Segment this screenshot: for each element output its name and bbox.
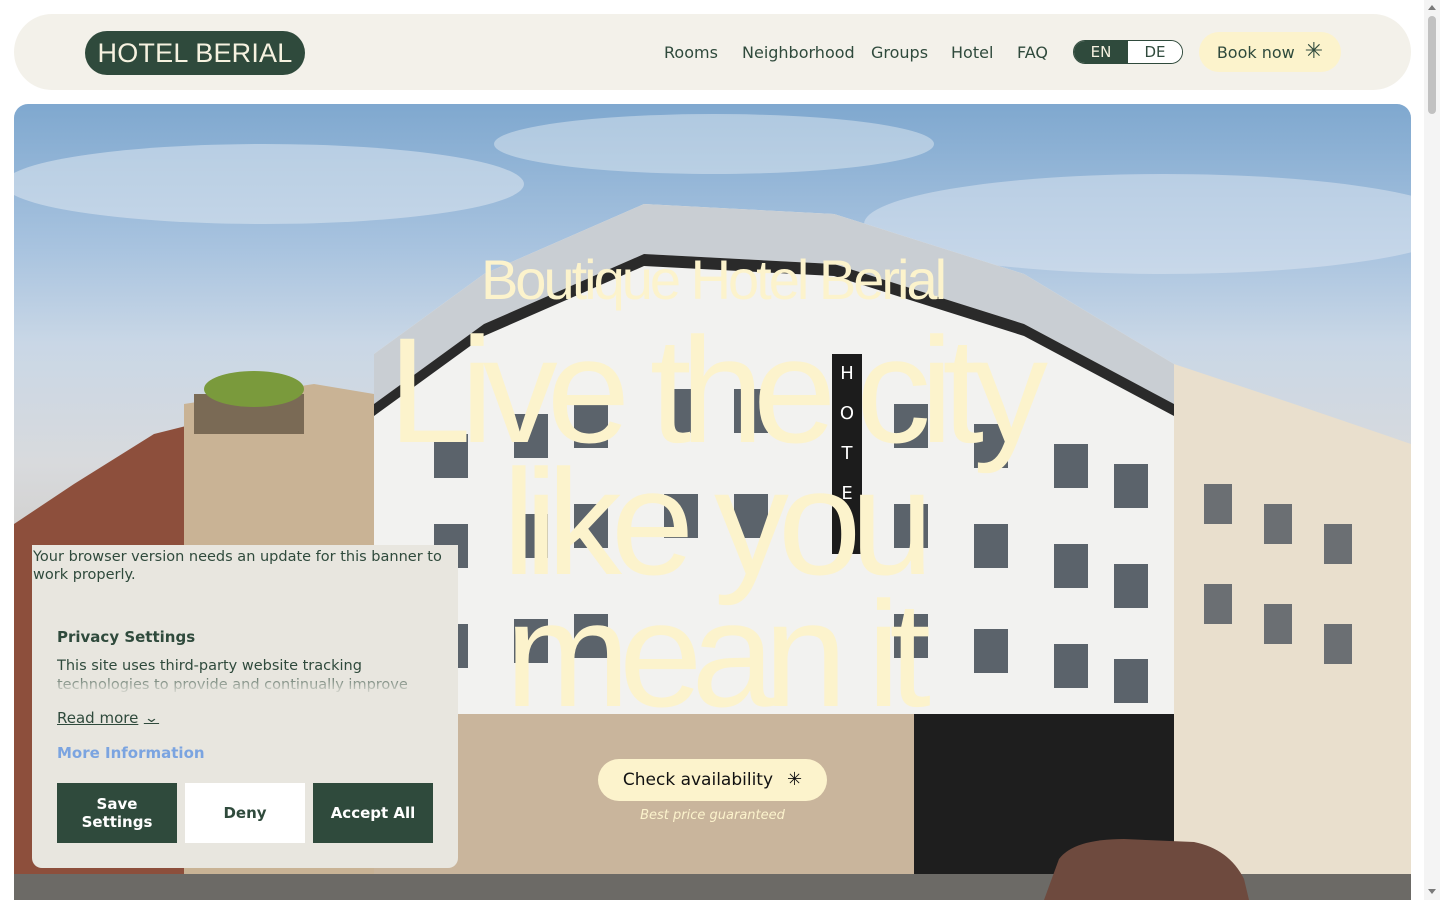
nav-rooms[interactable]: Rooms [664,43,718,62]
book-now-label: Book now [1216,42,1295,62]
language-switcher: EN DE [1073,40,1183,64]
chevron-down-icon: ⌄ [144,710,160,726]
nav-hotel[interactable]: Hotel [951,43,993,62]
read-more-link[interactable]: Read more ⌄ [57,709,160,727]
deny-button[interactable]: Deny [185,783,305,843]
accept-all-button[interactable]: Accept All [313,783,433,843]
save-settings-button[interactable]: Save Settings [57,783,177,843]
page-scrollbar[interactable] [1424,0,1440,900]
scroll-up-icon[interactable] [1428,5,1436,10]
site-header: HOTEL BERIAL Rooms Neighborhood Groups H… [14,14,1411,90]
privacy-banner: Your browser version needs an update for… [32,545,458,868]
book-now-button[interactable]: Book now ✳ [1199,32,1341,72]
hero-title-line: Live the city [387,306,1048,474]
check-availability-label: Check availability [622,770,774,790]
more-information-link[interactable]: More Information [57,744,205,762]
nav-groups[interactable]: Groups [871,43,928,62]
hotel-logo[interactable]: HOTEL BERIAL [85,31,305,75]
text-fade [57,675,437,695]
nav-neighborhood[interactable]: Neighborhood [742,43,855,62]
asterisk-icon: ✳ [787,769,803,790]
check-availability-button[interactable]: Check availability ✳ [598,759,827,801]
lang-de-button[interactable]: DE [1128,41,1182,63]
nav-faq[interactable]: FAQ [1017,43,1048,62]
scroll-down-icon[interactable] [1428,889,1436,894]
privacy-title: Privacy Settings [57,628,196,646]
lang-en-button[interactable]: EN [1074,41,1128,63]
asterisk-icon: ✳ [1304,39,1324,64]
browser-update-warning: Your browser version needs an update for… [33,549,442,583]
hero-subtitle: Boutique Hotel Berial [480,248,947,311]
scrollbar-thumb[interactable] [1428,16,1436,114]
read-more-label: Read more [57,709,139,727]
